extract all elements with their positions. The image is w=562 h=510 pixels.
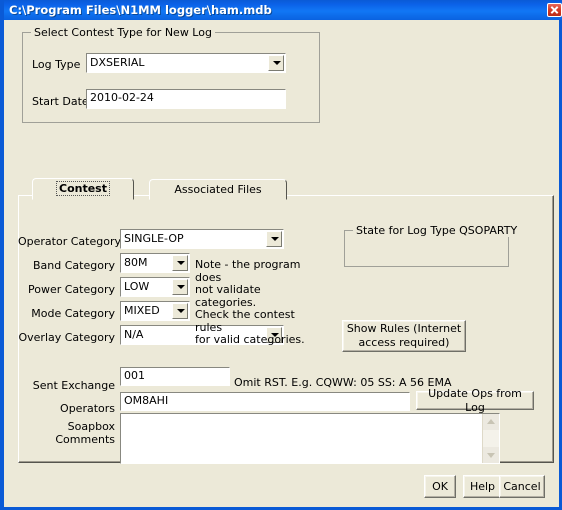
tab-contest[interactable]: Contest [32, 178, 134, 200]
group-title-select-contest-type: Select Contest Type for New Log [31, 26, 215, 39]
chevron-down-icon[interactable] [483, 447, 499, 463]
power-category-label: Power Category [27, 283, 115, 296]
overlay-category-value: N/A [124, 328, 144, 341]
log-type-label: Log Type [32, 58, 81, 71]
start-date-input[interactable]: 2010-02-24 [86, 89, 286, 109]
overlay-category-label: Overlay Category [18, 331, 115, 344]
mode-category-combo[interactable]: MIXED [120, 301, 190, 321]
sent-exchange-input[interactable]: 001 [120, 367, 230, 386]
application-window: C:\Program Files\N1MM logger\ham.mdb Sel… [0, 0, 562, 510]
mode-category-value: MIXED [124, 304, 160, 317]
log-type-combo[interactable]: DXSERIAL [86, 53, 286, 73]
chevron-down-icon[interactable] [266, 231, 282, 247]
operators-input[interactable]: OM8AHI [120, 392, 410, 411]
validation-note: Note - the program does not validate cat… [195, 258, 305, 346]
start-date-label: Start Date [32, 95, 89, 108]
band-category-combo[interactable]: 80M [120, 253, 190, 273]
tab-associated-files-label: Associated Files [174, 183, 262, 196]
close-icon[interactable] [547, 3, 562, 17]
log-type-value: DXSERIAL [90, 56, 145, 69]
power-category-value: LOW [124, 280, 150, 293]
state-for-log-type-group: State for Log Type QSOPARTY [344, 224, 521, 267]
show-rules-button[interactable]: Show Rules (Internet access required) [342, 320, 466, 352]
ok-button[interactable]: OK [424, 475, 456, 498]
tab-contest-label: Contest [56, 181, 110, 196]
band-category-label: Band Category [33, 259, 115, 272]
operator-category-combo[interactable]: SINGLE-OP [120, 229, 284, 249]
sent-exchange-label: Sent Exchange [32, 379, 115, 392]
cancel-button[interactable]: Cancel [499, 475, 545, 498]
band-category-value: 80M [124, 256, 148, 269]
mode-category-label: Mode Category [31, 307, 115, 320]
operator-category-label: Operator Category [18, 235, 121, 248]
state-group-title: State for Log Type QSOPARTY [353, 224, 521, 237]
title-bar: C:\Program Files\N1MM logger\ham.mdb [4, 0, 562, 20]
chevron-down-icon[interactable] [172, 255, 188, 271]
soapbox-comments-label: Soapbox Comments [55, 420, 115, 446]
soapbox-comments-textarea[interactable] [120, 413, 500, 464]
update-ops-from-log-button[interactable]: Update Ops from Log [416, 387, 534, 414]
operator-category-value: SINGLE-OP [124, 232, 184, 245]
help-button[interactable]: Help [463, 475, 502, 498]
window-title: C:\Program Files\N1MM logger\ham.mdb [9, 3, 272, 17]
operators-label: Operators [60, 402, 115, 415]
soapbox-scrollbar[interactable] [482, 414, 499, 463]
chevron-down-icon[interactable] [172, 279, 188, 295]
chevron-down-icon[interactable] [172, 303, 188, 319]
chevron-up-icon[interactable] [483, 414, 499, 430]
chevron-down-icon[interactable] [268, 55, 284, 71]
power-category-combo[interactable]: LOW [120, 277, 190, 297]
tab-associated-files[interactable]: Associated Files [149, 179, 287, 200]
select-contest-type-group: Select Contest Type for New Log [22, 26, 320, 123]
